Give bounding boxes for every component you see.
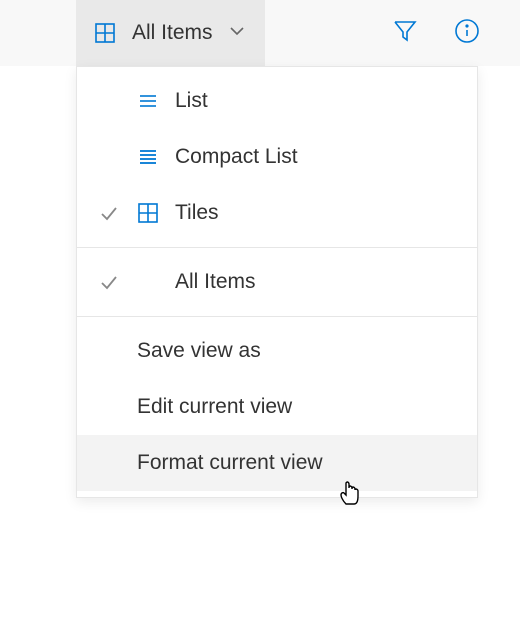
menu-item-label: Compact List	[175, 145, 477, 169]
compact-list-icon	[137, 146, 161, 168]
filter-button[interactable]	[392, 18, 418, 49]
menu-item-label: Format current view	[137, 451, 477, 475]
info-button[interactable]	[454, 18, 480, 49]
list-icon	[137, 90, 161, 112]
tiles-icon	[94, 22, 118, 44]
info-icon	[454, 18, 480, 49]
view-dropdown: List Compact List	[76, 66, 478, 498]
menu-item-save-view-as[interactable]: Save view as	[77, 323, 477, 379]
check-icon	[99, 203, 123, 223]
view-selector[interactable]: All Items	[76, 0, 265, 66]
chevron-down-icon	[227, 21, 247, 46]
menu-item-label: All Items	[175, 270, 477, 294]
menu-item-label: Edit current view	[137, 395, 477, 419]
tiles-icon	[137, 202, 161, 224]
check-icon	[99, 272, 123, 292]
menu-item-tiles[interactable]: Tiles	[77, 185, 477, 241]
menu-item-compact-list[interactable]: Compact List	[77, 129, 477, 185]
toolbar-right	[392, 0, 520, 66]
filter-icon	[392, 18, 418, 49]
menu-item-format-view[interactable]: Format current view	[77, 435, 477, 491]
menu-item-label: List	[175, 89, 477, 113]
menu-item-edit-view[interactable]: Edit current view	[77, 379, 477, 435]
menu-item-list[interactable]: List	[77, 73, 477, 129]
toolbar: All Items	[0, 0, 520, 66]
menu-item-label: Tiles	[175, 201, 477, 225]
view-selector-label: All Items	[132, 21, 213, 45]
menu-item-all-items[interactable]: All Items	[77, 254, 477, 310]
menu-item-label: Save view as	[137, 339, 477, 363]
